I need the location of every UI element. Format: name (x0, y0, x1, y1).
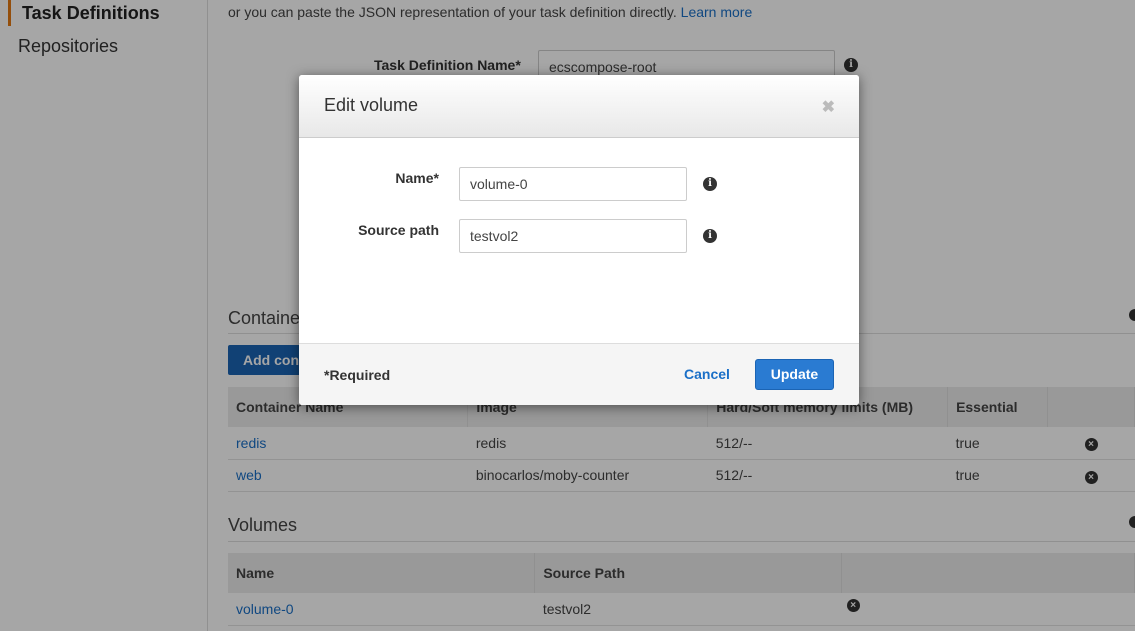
dialog-header: Edit volume ✖ (299, 75, 859, 138)
cancel-button[interactable]: Cancel (684, 366, 730, 382)
info-icon[interactable]: i (703, 177, 717, 191)
dialog-title: Edit volume (324, 95, 419, 115)
info-icon[interactable]: i (703, 229, 717, 243)
name-label: Name* (395, 170, 439, 186)
source-path-input[interactable]: testvol2 (459, 219, 687, 253)
edit-volume-dialog: Edit volume ✖ Name* volume-0 i Source pa… (299, 75, 859, 405)
close-icon[interactable]: ✖ (822, 97, 835, 117)
required-note: *Required (324, 367, 391, 383)
source-path-label: Source path (358, 222, 439, 238)
update-button[interactable]: Update (755, 359, 834, 390)
dialog-footer: *Required Cancel Update (299, 343, 859, 405)
volume-name-input[interactable]: volume-0 (459, 167, 687, 201)
